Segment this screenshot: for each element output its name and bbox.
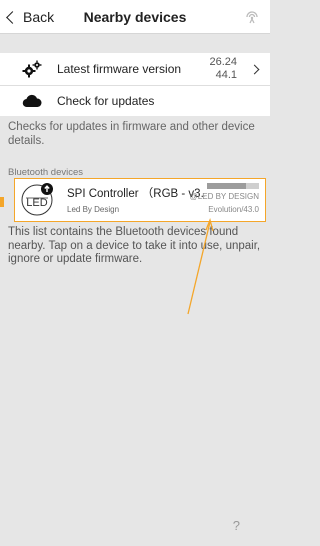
logo-text: LED <box>26 197 47 209</box>
navbar: Back Nearby devices <box>0 0 270 34</box>
device-row[interactable]: LED SPI Controller （RGB - v3... Led By D… <box>14 178 266 222</box>
signal-strength-fill <box>207 183 246 189</box>
device-maker: Led By Design <box>67 205 120 214</box>
check-updates-label: Check for updates <box>57 94 155 108</box>
section-spacer <box>0 34 270 53</box>
latest-firmware-label: Latest firmware version <box>57 62 182 76</box>
bluetooth-section-header: Bluetooth devices <box>8 167 83 178</box>
devices-help-text: This list contains the Bluetooth devices… <box>8 226 261 265</box>
latest-firmware-version: 26.24 44.1 <box>209 56 237 82</box>
page-title: Nearby devices <box>83 9 187 25</box>
firmware-version-line1: 26.24 <box>209 56 237 68</box>
annotation-side-marker <box>0 197 4 207</box>
device-firmware: Evolution/43.0 <box>208 205 259 214</box>
bluetooth-scan-icon[interactable] <box>244 9 260 25</box>
help-button[interactable]: ? <box>233 518 240 533</box>
firmware-help-text: Checks for updates in firmware and other… <box>8 121 255 147</box>
signal-strength-bar <box>207 183 259 189</box>
led-by-design-logo-icon: LED <box>21 183 53 216</box>
gears-icon <box>21 60 43 78</box>
cloud-icon <box>21 92 43 110</box>
chevron-right-icon <box>249 64 260 74</box>
device-name: SPI Controller （RGB - v3... <box>67 188 205 200</box>
latest-firmware-row[interactable]: Latest firmware version 26.24 44.1 <box>0 53 270 86</box>
device-brand: @LED BY DESIGN <box>189 192 259 201</box>
check-updates-row[interactable]: Check for updates <box>0 86 270 116</box>
firmware-version-line2: 44.1 <box>215 69 237 81</box>
